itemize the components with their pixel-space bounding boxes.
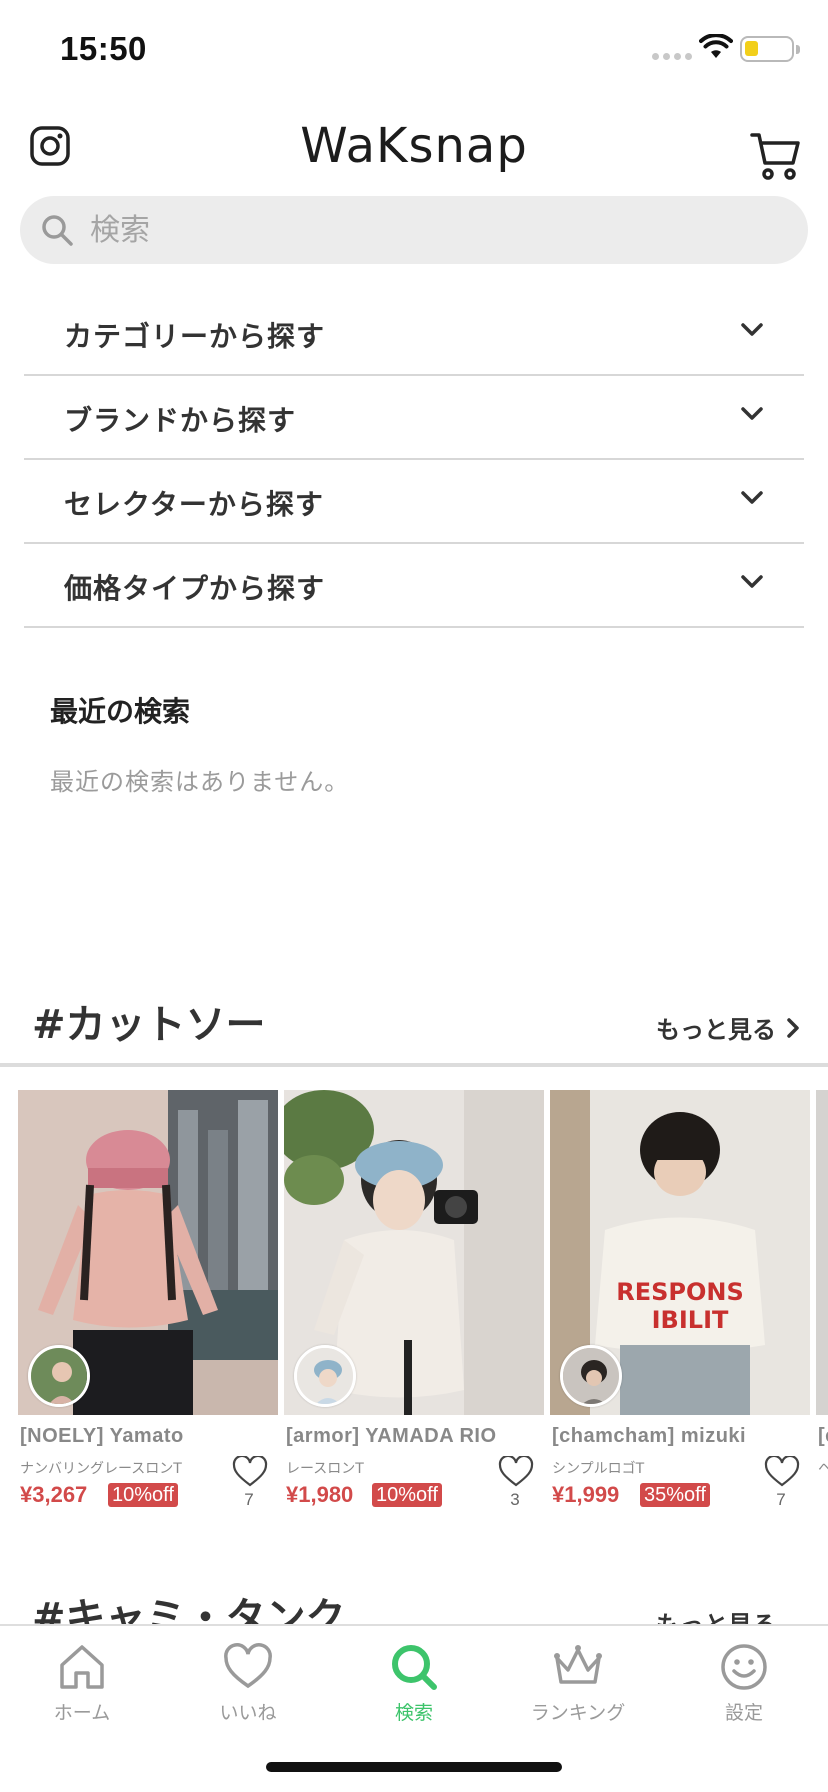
- browse-by-price-type[interactable]: 価格タイプから探す: [24, 544, 804, 628]
- tab-settings[interactable]: 設定: [674, 1640, 814, 1740]
- svg-text:IBILIT: IBILIT: [652, 1306, 729, 1334]
- tab-label: ランキング: [530, 1702, 626, 1724]
- cart-icon[interactable]: [750, 130, 802, 182]
- discount-badge: 10%off: [108, 1483, 178, 1507]
- tab-search[interactable]: 検索: [344, 1640, 484, 1740]
- battery-icon: [740, 36, 800, 62]
- product-price: ¥1,999: [552, 1482, 620, 1507]
- signal-icon: [652, 53, 692, 60]
- product-photo[interactable]: [816, 1090, 828, 1415]
- see-more-link[interactable]: もっと見る: [656, 1010, 800, 1045]
- product-carousel[interactable]: [NOELY] Yamato ナンバリングレースロンT ¥3,267 10%of…: [18, 1090, 828, 1510]
- status-time: 15:50: [60, 30, 147, 67]
- svg-text:RESPONS: RESPONS: [616, 1278, 744, 1306]
- heart-icon: [224, 1643, 272, 1689]
- seller-name: [chamcham] mizuki: [552, 1425, 747, 1447]
- search-bar[interactable]: [20, 196, 808, 264]
- section-divider: [0, 1063, 828, 1067]
- tab-home[interactable]: ホーム: [12, 1640, 152, 1740]
- tab-likes[interactable]: いいね: [178, 1640, 318, 1740]
- browse-item-label: ブランドから探す: [64, 404, 297, 437]
- chevron-right-icon: [787, 1017, 799, 1038]
- tab-label: 検索: [394, 1702, 433, 1724]
- browse-item-label: セレクターから探す: [64, 488, 324, 521]
- seller-name: [armor] YAMADA RIO: [286, 1425, 497, 1447]
- see-more-label: もっと見る: [656, 1016, 776, 1044]
- like-count: 7: [776, 1490, 786, 1509]
- browse-by-selector[interactable]: セレクターから探す: [24, 460, 804, 544]
- chevron-down-icon: [741, 491, 763, 504]
- smiley-icon: [721, 1644, 767, 1690]
- discount-badge: 10%off: [372, 1483, 442, 1507]
- recent-searches-empty: 最近の検索はありません。: [50, 768, 350, 796]
- seller-avatar[interactable]: [28, 1345, 90, 1407]
- product-name: シンプルロゴT: [552, 1461, 645, 1477]
- product-card[interactable]: [NOELY] Yamato ナンバリングレースロンT ¥3,267 10%of…: [18, 1090, 278, 1510]
- product-name: ナンバリングレースロンT: [20, 1461, 182, 1477]
- chevron-down-icon: [741, 407, 763, 420]
- browse-item-label: 価格タイプから探す: [64, 572, 326, 605]
- seller-avatar[interactable]: [294, 1345, 356, 1407]
- see-more-link[interactable]: もっと見る: [656, 1605, 776, 1625]
- heart-icon[interactable]: [498, 1456, 534, 1488]
- browse-by-category[interactable]: カテゴリーから探す: [24, 292, 804, 376]
- product-price: ¥3,267: [20, 1482, 88, 1507]
- section-header: #キャミ・タンク もっと見る: [0, 1585, 828, 1625]
- seller-name: [NOELY] Yamato: [20, 1425, 184, 1447]
- home-indicator: [266, 1762, 562, 1772]
- search-input[interactable]: [90, 196, 770, 264]
- seller-avatar[interactable]: [560, 1345, 622, 1407]
- seller-name: [c: [818, 1425, 828, 1447]
- product-card[interactable]: [c ヘ: [816, 1090, 828, 1510]
- heart-icon[interactable]: [764, 1456, 800, 1488]
- section-title: #カットソー: [32, 1002, 266, 1048]
- browse-list: カテゴリーから探す ブランドから探す セレクターから探す 価格タイプから探す: [24, 292, 804, 628]
- product-card[interactable]: RESPONS IBILIT [chamcham] mizuki シンプルロゴT…: [550, 1090, 810, 1510]
- search-icon: [392, 1645, 437, 1690]
- section-header: #カットソー もっと見る: [0, 990, 828, 1068]
- discount-badge: 35%off: [640, 1483, 710, 1507]
- browse-by-brand[interactable]: ブランドから探す: [24, 376, 804, 460]
- home-icon: [60, 1645, 104, 1689]
- product-price: ¥1,980: [286, 1482, 354, 1507]
- like-count: 7: [244, 1490, 254, 1509]
- product-name: ヘ: [818, 1461, 828, 1477]
- tab-label: いいね: [219, 1702, 277, 1724]
- section-title: #キャミ・タンク: [32, 1595, 346, 1625]
- product-name: レースロンT: [286, 1461, 364, 1477]
- search-icon: [42, 215, 73, 246]
- crown-icon: [554, 1645, 602, 1684]
- tab-label: ホーム: [53, 1702, 111, 1724]
- browse-item-label: カテゴリーから探す: [64, 320, 326, 353]
- chevron-down-icon: [741, 323, 763, 336]
- heart-icon[interactable]: [232, 1456, 268, 1488]
- chevron-down-icon: [741, 575, 763, 588]
- wifi-icon: [699, 34, 733, 58]
- product-card[interactable]: [armor] YAMADA RIO レースロンT ¥1,980 10%off …: [284, 1090, 544, 1510]
- like-count: 3: [510, 1490, 520, 1509]
- tab-label: 設定: [724, 1702, 763, 1724]
- status-bar: 15:50: [0, 0, 828, 100]
- app-logo: WaKsnap: [300, 118, 528, 174]
- tab-ranking[interactable]: ランキング: [508, 1640, 648, 1740]
- recent-searches-title: 最近の検索: [50, 695, 191, 728]
- app-header: WaKsnap: [0, 110, 828, 190]
